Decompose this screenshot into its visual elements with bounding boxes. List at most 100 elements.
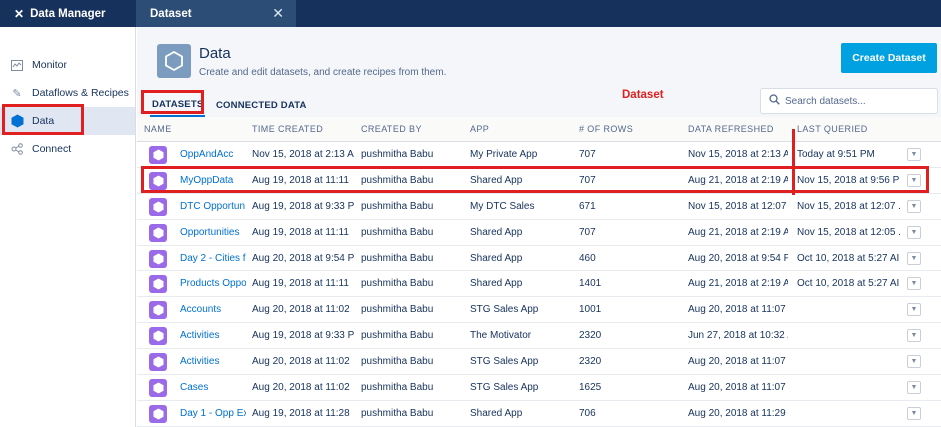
table-cell: Oct 10, 2018 at 5:27 AI [797,278,900,290]
table-cell: pushmitha Babu [361,330,434,342]
dataset-name-link[interactable]: Cases [180,375,246,400]
table-row[interactable]: Accounts Aug 20, 2018 at 11:02 pushmitha B… [137,297,941,324]
tab-connected-data[interactable]: CONNECTED DATA [216,93,307,117]
dataset-name-link[interactable]: Accounts [180,297,246,322]
sidebar-item-label: Connect [32,143,72,155]
pencil-icon: ✎ [12,87,22,100]
table-cell: Shared App [470,252,523,264]
table-row[interactable]: MyOppData Aug 19, 2018 at 11:11 pushmitha … [137,168,941,194]
table-cell: Aug 20, 2018 at 9:54 P [252,252,354,264]
table-cell: 707 [579,226,596,238]
dataset-name-link[interactable]: DTC Opportun [180,194,246,219]
table-cell: Aug 20, 2018 at 11:07 I [688,304,788,316]
sidebar-item-label: Monitor [32,59,68,71]
column-header-data-refreshed[interactable]: DATA REFRESHED [688,117,774,142]
dataset-name-link[interactable]: Products Oppo [180,271,246,296]
column-header-created-by[interactable]: CREATED BY [361,117,422,142]
row-actions-chevron-down-icon[interactable]: ▼ [907,406,921,420]
table-cell: pushmitha Babu [361,149,434,160]
dataset-name-link[interactable]: OppAndAcc [180,142,246,167]
column-header-last-queried[interactable]: LAST QUERIED [797,117,868,142]
column-header-rows[interactable]: # OF ROWS [579,117,633,142]
main-content: Data Create and edit datasets, and creat… [137,27,941,427]
table-cell: Aug 21, 2018 at 2:19 A [688,226,788,238]
table-cell: 1625 [579,382,602,394]
dataset-name-link[interactable]: Day 2 - Cities f [180,246,246,271]
row-actions-chevron-down-icon[interactable]: ▼ [907,148,921,161]
table-cell: Shared App [470,174,523,186]
table-row[interactable]: Day 2 - Cities f Aug 20, 2018 at 9:54 P pu… [137,246,941,272]
table-cell: STG Sales App [470,356,539,368]
table-cell: Aug 20, 2018 at 11:07 I [688,382,788,394]
sidebar-item-data[interactable]: Data [0,107,135,135]
row-actions-chevron-down-icon[interactable]: ▼ [907,303,921,317]
tab-datasets[interactable]: DATASETS [150,93,206,117]
row-actions-chevron-down-icon[interactable]: ▼ [907,173,921,187]
search-input[interactable] [785,95,925,107]
table-cell [797,375,901,400]
dataset-name-link[interactable]: Day 1 - Opp Ex [180,401,246,426]
dataset-name-link[interactable]: Activities [180,349,246,374]
table-row[interactable]: OppAndAcc Nov 15, 2018 at 2:13 A pushmitha… [137,142,941,168]
table-cell: pushmitha Babu [361,407,434,419]
table-cell: pushmitha Babu [361,252,434,264]
page-subtitle: Create and edit datasets, and create rec… [199,67,447,78]
column-header-name[interactable]: NAME [144,117,172,142]
sidebar: Monitor ✎ Dataflows & Recipes Data Conne… [0,27,136,427]
sidebar-item-monitor[interactable]: Monitor [0,51,135,79]
table-cell: Aug 19, 2018 at 11:11 [252,174,349,186]
table-cell: pushmitha Babu [361,382,434,394]
tools-icon: ✕ [14,6,25,21]
table-row[interactable]: Activities Aug 20, 2018 at 11:02 pushmitha… [137,349,941,376]
row-actions-chevron-down-icon[interactable]: ▼ [907,277,921,291]
table-row[interactable]: Products Oppo Aug 19, 2018 at 11:11 pushmi… [137,271,941,298]
table-cell: 671 [579,200,596,212]
table-row[interactable]: Activities Aug 19, 2018 at 9:33 P pushmith… [137,323,941,350]
table-cell: Aug 20, 2018 at 11:07 I [688,356,788,368]
dataset-name-link[interactable]: MyOppData [180,168,246,193]
row-actions-chevron-down-icon[interactable]: ▼ [907,199,921,213]
table-cell: Shared App [470,407,523,419]
dataset-hexagon-icon [149,249,167,268]
row-actions-chevron-down-icon[interactable]: ▼ [907,355,921,369]
row-actions-chevron-down-icon[interactable]: ▼ [907,329,921,343]
table-cell [797,297,901,322]
dataset-hexagon-icon [149,353,167,372]
row-actions-chevron-down-icon[interactable]: ▼ [907,225,921,239]
table-cell [797,401,901,426]
table-row[interactable]: Day 1 - Opp Ex Aug 19, 2018 at 11:28 pushm… [137,401,941,427]
table-cell: Aug 19, 2018 at 11:11 [252,226,349,238]
table-cell: 707 [579,174,596,186]
app-launcher[interactable]: ✕ Data Manager [0,0,136,27]
dataset-hexagon-icon [149,223,167,242]
table-cell: Nov 15, 2018 at 12:07 . [688,200,788,212]
sidebar-item-label: Data [32,115,55,127]
table-header: NAME TIME CREATED CREATED BY APP # OF RO… [137,117,941,142]
table-cell: Aug 20, 2018 at 11:02 [252,356,350,368]
table-row[interactable]: Opportunities Aug 19, 2018 at 11:11 pushmi… [137,220,941,246]
column-header-time-created[interactable]: TIME CREATED [252,117,323,142]
close-icon[interactable]: ✕ [272,5,284,22]
table-cell: My Private App [470,149,538,160]
table-cell [797,349,901,374]
table-cell: STG Sales App [470,382,539,394]
create-dataset-button[interactable]: Create Dataset [841,43,937,73]
row-actions-chevron-down-icon[interactable]: ▼ [907,381,921,395]
table-cell: pushmitha Babu [361,356,434,368]
tab-dataset-label: Dataset [150,7,192,20]
table-cell: Shared App [470,226,523,238]
table-cell: Nov 15, 2018 at 12:07 . [797,200,901,212]
dataset-hexagon-icon [149,275,167,294]
table-cell: Jun 27, 2018 at 10:32 / [688,330,788,342]
tab-dataset[interactable]: Dataset ✕ [136,0,296,27]
dataset-name-link[interactable]: Opportunities [180,220,246,245]
dataset-name-link[interactable]: Activities [180,323,246,348]
sidebar-item-dataflows[interactable]: ✎ Dataflows & Recipes [0,79,135,107]
table-cell: 707 [579,149,596,160]
table-row[interactable]: DTC Opportun Aug 19, 2018 at 9:33 P pushmi… [137,194,941,220]
sidebar-item-connect[interactable]: Connect [0,135,135,163]
table-row[interactable]: Cases Aug 20, 2018 at 11:02 pushmitha Babu… [137,375,941,401]
column-header-app[interactable]: APP [470,117,489,142]
table-cell [797,323,901,348]
row-actions-chevron-down-icon[interactable]: ▼ [907,251,921,265]
